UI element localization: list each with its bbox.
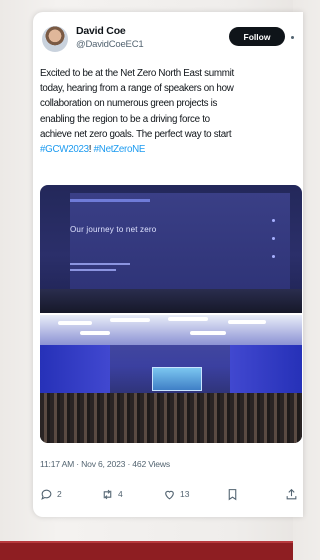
hashtag-gcw2023[interactable]: #GCW2023 (40, 144, 89, 155)
bookmark-icon (228, 488, 237, 500)
avatar[interactable] (42, 26, 68, 52)
ceiling-light (110, 318, 150, 322)
author-handle[interactable]: @DavidCoeEC1 (76, 39, 144, 50)
auditorium-photo[interactable] (40, 315, 302, 443)
ceiling-light (58, 321, 92, 325)
like-count: 13 (180, 489, 190, 499)
tweet-text-line: enabling the region to be a driving forc… (40, 113, 210, 125)
slide-subline (70, 263, 130, 265)
presentation-screen (70, 193, 290, 289)
tweet-text-line: today, hearing from a range of speakers … (40, 83, 234, 95)
bookmark-button[interactable] (226, 483, 239, 505)
slide-title: Our journey to net zero (70, 225, 157, 234)
like-button[interactable]: 13 (163, 483, 189, 505)
stage-screen (152, 367, 202, 391)
tweet-text: Excited to be at the Net Zero North East… (40, 66, 302, 157)
reply-icon (41, 489, 52, 500)
more-icon[interactable] (291, 36, 294, 39)
tweet-text-line: Excited to be at the Net Zero North East… (40, 68, 234, 79)
tweet-text-line: collaboration on numerous green projects… (40, 98, 218, 110)
presentation-floor (40, 289, 302, 313)
tweet-text-line: achieve net zero goals. The perfect way … (40, 128, 232, 140)
ceiling-light (80, 331, 110, 335)
like-icon (165, 490, 174, 499)
share-button[interactable] (285, 483, 298, 505)
slide-dot (272, 219, 275, 222)
stage-curtain-left (40, 345, 110, 395)
bottom-bar-highlight (0, 541, 293, 543)
reply-button[interactable]: 2 (40, 483, 62, 505)
stage-curtain-right (230, 345, 302, 395)
slide-dot (272, 255, 275, 258)
author-name[interactable]: David Coe (76, 25, 126, 37)
ceiling-light (168, 317, 208, 321)
presentation-photo[interactable]: Our journey to net zero (40, 185, 302, 313)
slide-header-strip (70, 199, 150, 202)
audience (40, 393, 302, 443)
bottom-color-bar (0, 541, 293, 560)
slide-dot (272, 237, 275, 240)
ceiling-light (190, 331, 226, 335)
follow-button[interactable]: Follow (229, 27, 285, 46)
tweet-card: David Coe @DavidCoeEC1 Follow Excited to… (33, 12, 303, 517)
retweet-count: 4 (118, 489, 123, 499)
tweet-actions: 2 4 13 (33, 483, 303, 505)
hashtag-netzerone[interactable]: #NetZeroNE (94, 144, 146, 155)
reply-count: 2 (57, 489, 62, 499)
share-icon (286, 488, 297, 499)
ceiling-light (228, 320, 266, 324)
hashtag-line: #GCW2023! #NetZeroNE (40, 142, 302, 157)
tweet-media[interactable]: Our journey to net zero (40, 185, 302, 443)
retweet-button[interactable]: 4 (101, 483, 123, 505)
retweet-icon (103, 489, 112, 499)
slide-subline (70, 269, 116, 271)
tweet-meta[interactable]: 11:17 AM · Nov 6, 2023 · 462 Views (40, 459, 170, 469)
